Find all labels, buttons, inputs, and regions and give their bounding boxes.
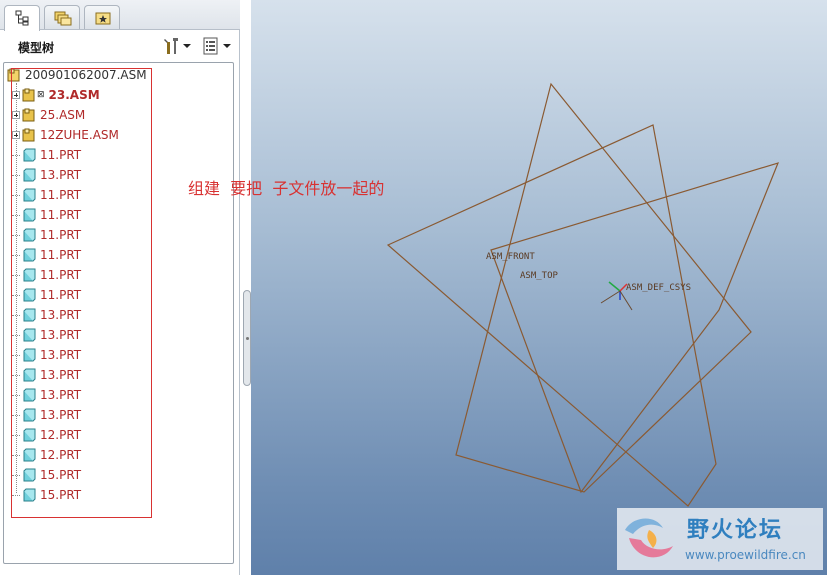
navigator-tabs [0,0,240,31]
watermark-title: 野火论坛 [687,518,784,543]
list-icon [203,37,218,55]
favorites-folder-icon [95,12,111,25]
model-tree-toolbar: 模型树 [0,30,240,62]
show-menu-button[interactable] [202,36,231,56]
watermark-url: www.proewildfire.cn [685,548,806,562]
annotation-frame [11,68,152,518]
chevron-down-icon [223,44,231,48]
settings-menu-button[interactable] [162,36,191,56]
model-tree-title: 模型树 [18,41,55,55]
datum-planes [386,82,780,507]
datum-plane-asm-right[interactable] [490,162,780,494]
tools-icon [164,38,178,54]
annotation-note: 组建 要把 子文件放一起的 [188,179,385,198]
folders-icon [54,11,72,26]
datum-plane-asm-top-a[interactable] [386,124,717,507]
datum-label-front: ASM_FRONT [486,252,535,262]
tree-icon [15,10,29,26]
tab-favorites[interactable] [84,5,120,29]
tab-folder-browser[interactable] [44,5,80,29]
datum-label-csys: ASM_DEF_CSYS [626,283,692,293]
forum-logo-icon [625,518,673,558]
graphics-window[interactable]: ASM_FRONT ASM_TOP ASM_DEF_CSYS [251,0,827,575]
datum-plane-asm-front[interactable] [455,82,752,493]
chevron-down-icon [183,44,191,48]
navigator-panel: 模型树 200901062007.ASM ⊠ 23.ASM 25.ASM 12Z… [0,0,240,575]
watermark: 野火论坛 www.proewildfire.cn [617,508,823,570]
tab-model-tree[interactable] [4,5,40,31]
datum-label-top: ASM_TOP [520,271,558,281]
splitter-handle[interactable] [243,290,251,386]
